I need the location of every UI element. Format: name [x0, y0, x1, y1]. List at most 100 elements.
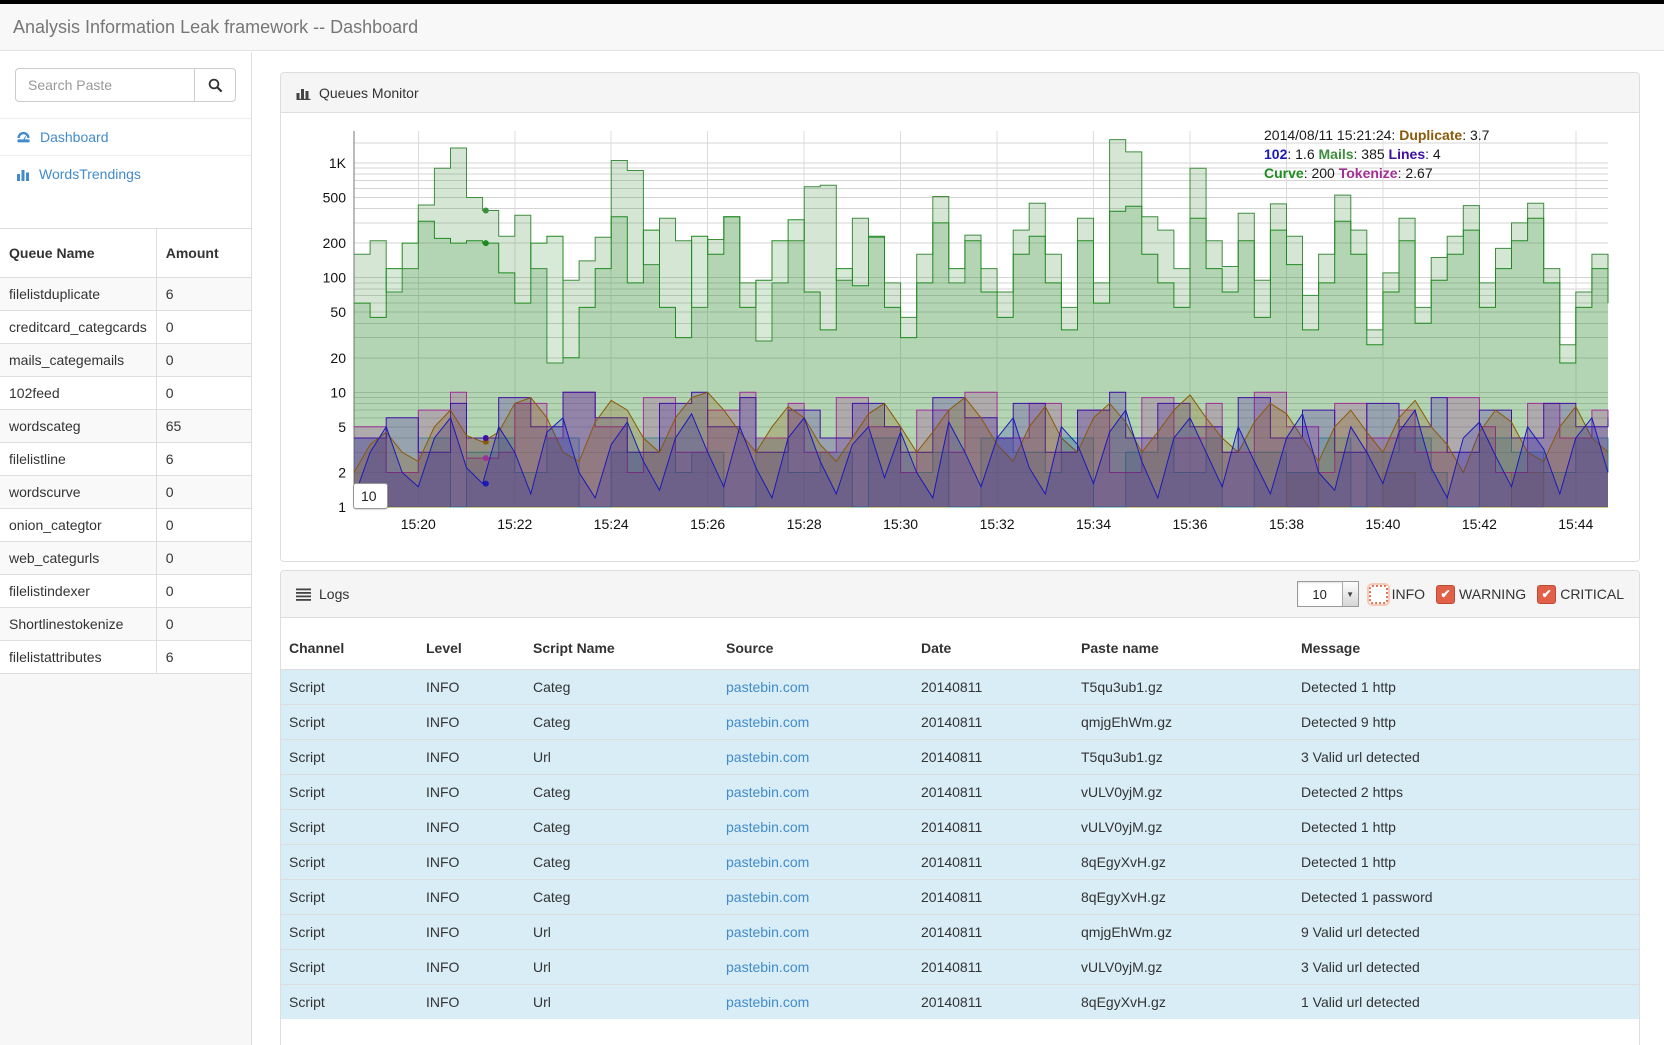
- queue-amount-cell: 0: [156, 377, 251, 410]
- panel-title: Queues Monitor: [319, 85, 419, 101]
- legend-text: : 3.7: [1462, 127, 1489, 143]
- log-cell: Script: [281, 740, 418, 775]
- log-cell: 3 Valid url detected: [1293, 950, 1639, 985]
- source-link[interactable]: pastebin.com: [726, 679, 809, 695]
- queue-row: wordscateg65: [0, 410, 251, 443]
- source-link[interactable]: pastebin.com: [726, 854, 809, 870]
- log-cell: INFO: [418, 740, 525, 775]
- page-title: Analysis Information Leak framework -- D…: [0, 17, 418, 38]
- log-source-cell: pastebin.com: [718, 950, 913, 985]
- y-axis-label: 2: [338, 465, 346, 481]
- legend-text: 2014/08/11 15:21:24:: [1264, 127, 1399, 143]
- log-cell: Categ: [525, 775, 718, 810]
- source-link[interactable]: pastebin.com: [726, 889, 809, 905]
- log-cell: Script: [281, 845, 418, 880]
- log-cell: Script: [281, 775, 418, 810]
- queue-table-header-row: Queue Name Amount: [0, 229, 251, 278]
- queue-amount-cell: 6: [156, 641, 251, 674]
- legend-line: Curve: 200 Tokenize: 2.67: [1264, 164, 1604, 183]
- log-cell: T5qu3ub1.gz: [1073, 670, 1293, 705]
- log-cell: Detected 1 password: [1293, 880, 1639, 915]
- select-arrow-icon: ▼: [1342, 582, 1358, 606]
- legend-text: : 385: [1354, 146, 1389, 162]
- queue-amount-cell: 0: [156, 509, 251, 542]
- source-link[interactable]: pastebin.com: [726, 819, 809, 835]
- log-source-cell: pastebin.com: [718, 915, 913, 950]
- y-axis-label: 100: [323, 270, 347, 286]
- queue-name-header: Queue Name: [0, 229, 156, 278]
- queue-row: wordscurve0: [0, 476, 251, 509]
- roll-period-input[interactable]: 10: [353, 483, 388, 509]
- source-link[interactable]: pastebin.com: [726, 749, 809, 765]
- log-cell: 20140811: [913, 880, 1073, 915]
- info-filter-checkbox[interactable]: [1369, 585, 1388, 604]
- log-cell: 20140811: [913, 810, 1073, 845]
- x-axis-label: 15:30: [883, 516, 918, 532]
- log-cell: Detected 9 http: [1293, 705, 1639, 740]
- critical-filter-checkbox[interactable]: ✔: [1537, 585, 1556, 604]
- log-cell: 20140811: [913, 670, 1073, 705]
- sidebar-item-label: Dashboard: [40, 129, 109, 145]
- log-cell: Detected 1 http: [1293, 670, 1639, 705]
- log-cell: Url: [525, 915, 718, 950]
- queue-amount-cell: 0: [156, 608, 251, 641]
- log-cell: Url: [525, 740, 718, 775]
- legend-series-name: Tokenize: [1339, 165, 1398, 181]
- log-source-cell: pastebin.com: [718, 880, 913, 915]
- log-cell: vULV0yjM.gz: [1073, 950, 1293, 985]
- x-axis-label: 15:24: [594, 516, 629, 532]
- x-axis-label: 15:32: [980, 516, 1015, 532]
- log-cell: Categ: [525, 880, 718, 915]
- source-link[interactable]: pastebin.com: [726, 714, 809, 730]
- log-row: ScriptINFOCategpastebin.com20140811vULV0…: [281, 775, 1639, 810]
- queue-name-cell: wordscurve: [0, 476, 156, 509]
- queue-row: filelistduplicate6: [0, 278, 251, 311]
- y-axis-label: 10: [330, 384, 346, 400]
- warning-filter-checkbox[interactable]: ✔: [1436, 585, 1455, 604]
- queue-name-cell: creditcard_categcards: [0, 311, 156, 344]
- legend-line: 102: 1.6 Mails: 385 Lines: 4: [1264, 145, 1604, 164]
- log-source-cell: pastebin.com: [718, 845, 913, 880]
- panel-title: Logs: [319, 586, 349, 602]
- x-axis-label: 15:44: [1558, 516, 1593, 532]
- x-axis-label: 15:34: [1076, 516, 1111, 532]
- log-row: ScriptINFOCategpastebin.com20140811vULV0…: [281, 810, 1639, 845]
- source-link[interactable]: pastebin.com: [726, 994, 809, 1010]
- y-axis-label: 5: [338, 419, 346, 435]
- legend-series-name: Duplicate: [1399, 127, 1462, 143]
- queues-chart[interactable]: 1K50020010050201052115:2015:2215:2415:26…: [281, 113, 1639, 561]
- page-size-select[interactable]: 10 ▼: [1297, 581, 1359, 607]
- log-cell: 20140811: [913, 915, 1073, 950]
- legend-text: : 4: [1425, 146, 1441, 162]
- log-cell: INFO: [418, 915, 525, 950]
- legend-series-name: Lines: [1389, 146, 1426, 162]
- log-cell: qmjgEhWm.gz: [1073, 915, 1293, 950]
- queue-amount-cell: 0: [156, 542, 251, 575]
- log-cell: 20140811: [913, 740, 1073, 775]
- log-source-cell: pastebin.com: [718, 740, 913, 775]
- y-axis-label: 1K: [329, 155, 347, 171]
- log-cell: Script: [281, 950, 418, 985]
- queues-monitor-heading: Queues Monitor: [281, 73, 1639, 113]
- log-row: ScriptINFOCategpastebin.com201408118qEgy…: [281, 880, 1639, 915]
- search-input[interactable]: [15, 68, 194, 102]
- logs-column-header: Date: [913, 627, 1073, 670]
- log-row: ScriptINFOUrlpastebin.com20140811T5qu3ub…: [281, 740, 1639, 775]
- y-axis-label: 20: [330, 350, 346, 366]
- queue-amount-cell: 0: [156, 476, 251, 509]
- list-icon: [296, 588, 311, 601]
- log-cell: Categ: [525, 670, 718, 705]
- search-button[interactable]: [194, 68, 236, 102]
- source-link[interactable]: pastebin.com: [726, 924, 809, 940]
- sidebar-item-dashboard[interactable]: Dashboard: [0, 118, 251, 155]
- log-cell: Script: [281, 670, 418, 705]
- source-link[interactable]: pastebin.com: [726, 784, 809, 800]
- sidebar: Dashboard WordsTrendings Queue Name Amou…: [0, 52, 252, 1045]
- log-source-cell: pastebin.com: [718, 775, 913, 810]
- log-cell: Categ: [525, 845, 718, 880]
- legend-line: 2014/08/11 15:21:24: Duplicate: 3.7: [1264, 126, 1604, 145]
- source-link[interactable]: pastebin.com: [726, 959, 809, 975]
- sidebar-item-wordstrendings[interactable]: WordsTrendings: [0, 155, 251, 192]
- log-cell: INFO: [418, 775, 525, 810]
- logs-column-header: Source: [718, 627, 913, 670]
